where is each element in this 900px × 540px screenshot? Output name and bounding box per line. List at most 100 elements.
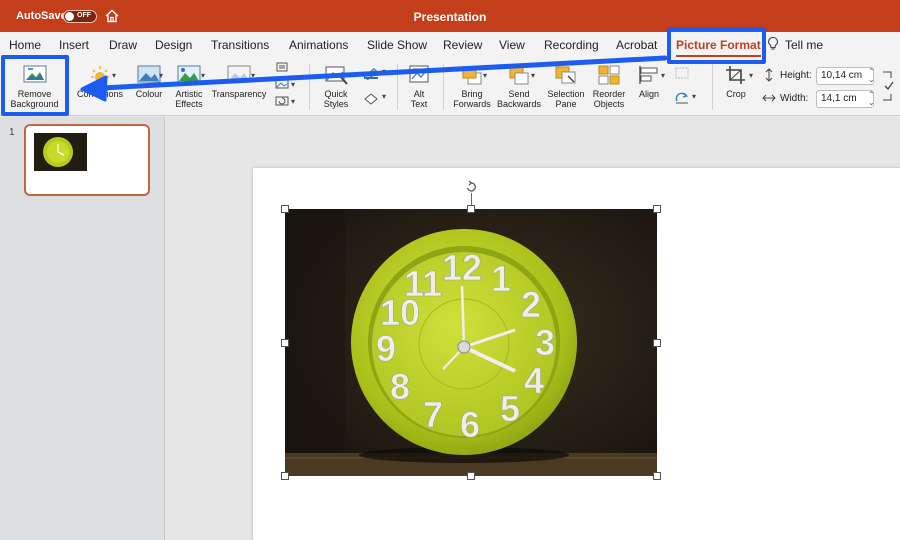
reset-picture-chevron-down-icon[interactable]: ▾ bbox=[291, 97, 295, 106]
clock-numeral-5: 5 bbox=[500, 388, 520, 429]
reorder-objects-button[interactable]: Reorder Objects bbox=[589, 64, 629, 109]
clock-numeral-2: 2 bbox=[521, 284, 541, 325]
quick-styles-label-1: Quick bbox=[324, 89, 348, 99]
resize-handle-left[interactable] bbox=[281, 339, 289, 347]
send-backwards-label-2: Backwards bbox=[496, 99, 541, 109]
shape-height-icon bbox=[765, 68, 773, 82]
width-stepper[interactable]: ⌃ ⌄ bbox=[868, 91, 875, 107]
resize-handle-top-right[interactable] bbox=[653, 205, 661, 213]
artistic-effects-chevron-down-icon[interactable]: ▾ bbox=[201, 71, 205, 80]
clock-numeral-9: 9 bbox=[376, 328, 396, 369]
rotate-chevron-down-icon[interactable]: ▾ bbox=[692, 92, 696, 101]
send-backwards-button[interactable]: Send Backwards bbox=[495, 64, 543, 109]
tell-me-search[interactable]: Tell me bbox=[785, 38, 823, 52]
alt-text-button[interactable]: Alt Text bbox=[402, 64, 436, 109]
document-title: Presentation bbox=[413, 10, 487, 24]
selection-pane-label-1: Selection bbox=[547, 89, 585, 99]
artistic-effects-icon bbox=[177, 65, 201, 83]
picture-effects-icon[interactable] bbox=[362, 91, 380, 105]
corrections-chevron-down-icon[interactable]: ▾ bbox=[112, 71, 116, 80]
bring-forwards-label-1: Bring bbox=[461, 89, 483, 99]
group-objects-icon[interactable] bbox=[674, 66, 690, 80]
colour-button[interactable]: Colour bbox=[129, 64, 169, 99]
picture-border-icon[interactable] bbox=[362, 66, 380, 80]
send-backwards-icon bbox=[509, 66, 529, 85]
crop-button[interactable]: Crop bbox=[718, 64, 754, 99]
lock-aspect-ratio-icon[interactable] bbox=[881, 70, 895, 102]
clock-numeral-12: 12 bbox=[442, 247, 482, 288]
ribbon-divider bbox=[712, 64, 713, 110]
transparency-chevron-down-icon[interactable]: ▾ bbox=[251, 71, 255, 80]
tab-animations[interactable]: Animations bbox=[289, 38, 348, 52]
clock-numeral-8: 8 bbox=[390, 366, 410, 407]
quick-styles-chevron-down-icon[interactable]: ▾ bbox=[348, 71, 352, 80]
bring-forwards-label-2: Forwards bbox=[453, 99, 491, 109]
resize-handle-top-left[interactable] bbox=[281, 205, 289, 213]
corrections-button[interactable]: Corrections bbox=[74, 64, 126, 99]
align-button[interactable]: Align bbox=[631, 64, 667, 99]
home-icon[interactable] bbox=[104, 8, 120, 24]
width-input[interactable]: 14,1 cm bbox=[816, 90, 874, 108]
lightbulb-icon bbox=[768, 36, 778, 50]
clock-picture[interactable]: 12 1 2 3 4 5 6 7 8 9 10 11 bbox=[285, 209, 657, 476]
tab-view[interactable]: View bbox=[499, 38, 525, 52]
resize-handle-bottom-right[interactable] bbox=[653, 472, 661, 480]
change-picture-icon[interactable] bbox=[275, 78, 289, 90]
remove-background-highlight bbox=[1, 55, 69, 116]
bring-forwards-chevron-down-icon[interactable]: ▾ bbox=[483, 71, 487, 80]
resize-handle-bottom[interactable] bbox=[467, 472, 475, 480]
picture-border-chevron-down-icon[interactable]: ▾ bbox=[382, 67, 386, 76]
send-backwards-label-1: Send bbox=[508, 89, 530, 99]
resize-handle-right[interactable] bbox=[653, 339, 661, 347]
align-icon bbox=[639, 66, 658, 84]
clock-numeral-4: 4 bbox=[524, 360, 544, 401]
transparency-button[interactable]: Transparency bbox=[209, 64, 269, 99]
alt-text-label-2: Text bbox=[410, 99, 428, 109]
selection-pane-icon bbox=[555, 66, 576, 84]
clock-numeral-6: 6 bbox=[460, 404, 480, 445]
slide-thumbnail[interactable] bbox=[24, 124, 150, 196]
transparency-label: Transparency bbox=[211, 89, 267, 99]
clock-numeral-3: 3 bbox=[535, 322, 555, 363]
slide-thumbnail-pane: 1 bbox=[0, 117, 165, 540]
tab-slide-show[interactable]: Slide Show bbox=[367, 38, 427, 52]
height-input[interactable]: 10,14 cm bbox=[816, 67, 874, 85]
picture-format-ribbon: Remove Background Corrections ▾ Colour ▾… bbox=[0, 58, 900, 116]
height-label: Height: bbox=[780, 70, 812, 81]
resize-handle-top[interactable] bbox=[467, 205, 475, 213]
ribbon-divider bbox=[443, 64, 444, 110]
send-backwards-chevron-down-icon[interactable]: ▾ bbox=[531, 71, 535, 80]
colour-label: Colour bbox=[135, 89, 163, 99]
tab-review[interactable]: Review bbox=[443, 38, 482, 52]
tab-recording[interactable]: Recording bbox=[544, 38, 599, 52]
resize-handle-bottom-left[interactable] bbox=[281, 472, 289, 480]
selection-pane-button[interactable]: Selection Pane bbox=[545, 64, 587, 109]
autosave-toggle-knob bbox=[65, 12, 74, 21]
tab-acrobat[interactable]: Acrobat bbox=[616, 38, 657, 52]
artistic-effects-label-2: Effects bbox=[175, 99, 203, 109]
height-stepper[interactable]: ⌃ ⌄ bbox=[868, 68, 875, 84]
colour-chevron-down-icon[interactable]: ▾ bbox=[159, 71, 163, 80]
align-chevron-down-icon[interactable]: ▾ bbox=[661, 71, 665, 80]
tab-transitions[interactable]: Transitions bbox=[211, 38, 269, 52]
picture-effects-chevron-down-icon[interactable]: ▾ bbox=[382, 92, 386, 101]
rotate-icon[interactable] bbox=[674, 91, 690, 105]
change-picture-chevron-down-icon[interactable]: ▾ bbox=[291, 80, 295, 89]
tab-home[interactable]: Home bbox=[9, 38, 41, 52]
reset-picture-icon[interactable] bbox=[275, 95, 289, 107]
quick-styles-label-2: Styles bbox=[323, 99, 349, 109]
thumbnail-clock-image bbox=[34, 133, 87, 171]
rotate-handle-icon[interactable] bbox=[464, 180, 478, 194]
selection-pane-label-2: Pane bbox=[555, 99, 577, 109]
tab-insert[interactable]: Insert bbox=[59, 38, 89, 52]
autosave-toggle[interactable]: OFF bbox=[63, 10, 97, 23]
alt-text-label-1: Alt bbox=[413, 89, 425, 99]
crop-label: Crop bbox=[726, 89, 746, 99]
crop-icon bbox=[726, 66, 745, 84]
width-label: Width: bbox=[780, 93, 809, 104]
reorder-objects-label-2: Objects bbox=[593, 99, 625, 109]
crop-chevron-down-icon[interactable]: ▾ bbox=[749, 71, 753, 80]
tab-design[interactable]: Design bbox=[155, 38, 192, 52]
compress-pictures-icon[interactable] bbox=[275, 61, 289, 73]
tab-draw[interactable]: Draw bbox=[109, 38, 137, 52]
